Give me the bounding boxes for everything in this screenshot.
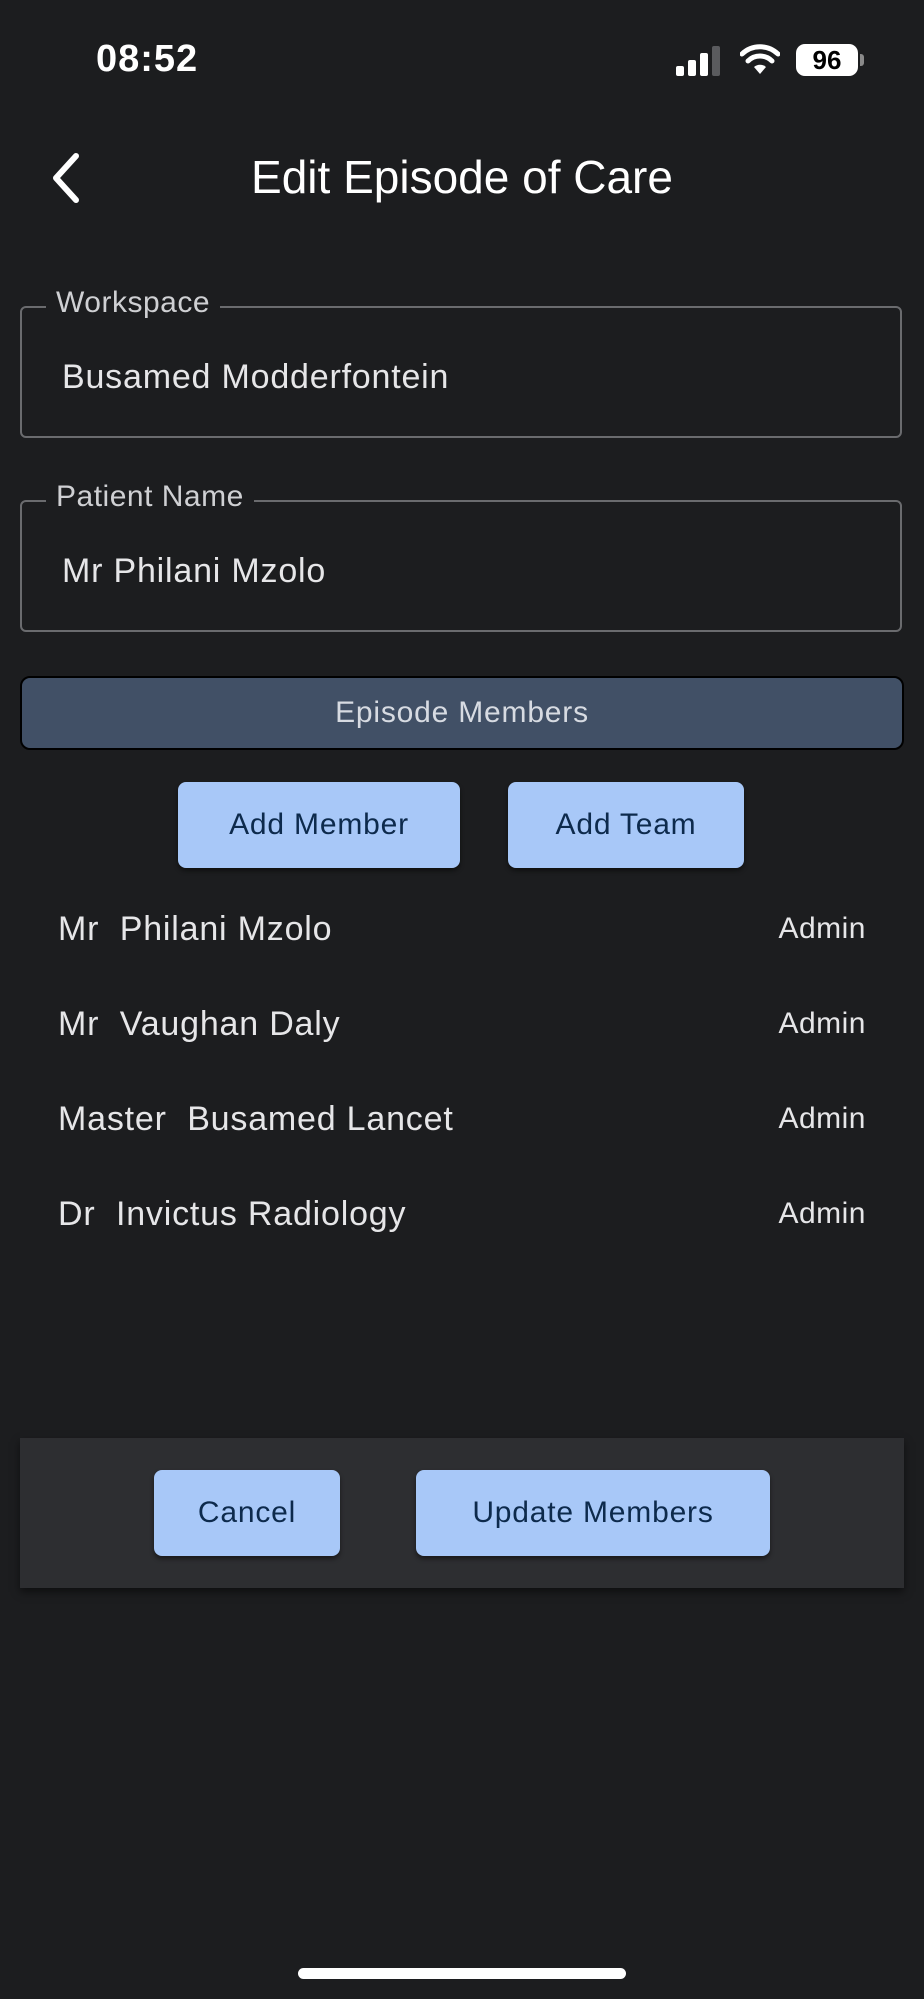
add-team-button[interactable]: Add Team (508, 782, 744, 868)
member-row[interactable]: Master Busamed Lancet Admin (58, 1092, 866, 1152)
member-role: Admin (778, 912, 866, 945)
member-name: Mr Vaughan Daly (58, 1005, 341, 1043)
home-indicator[interactable] (298, 1968, 626, 1979)
member-row[interactable]: Dr Invictus Radiology Admin (58, 1187, 866, 1247)
wifi-icon (740, 44, 780, 74)
workspace-label: Workspace (46, 286, 221, 320)
patient-name-field[interactable]: Patient Name Mr Philani Mzolo (20, 480, 902, 632)
episode-members-header: Episode Members (20, 676, 904, 750)
member-role: Admin (778, 1007, 866, 1040)
member-name: Dr Invictus Radiology (58, 1195, 407, 1233)
workspace-value: Busamed Modderfontein (62, 358, 450, 396)
member-name: Mr Philani Mzolo (58, 910, 333, 948)
workspace-field[interactable]: Workspace Busamed Modderfontein (20, 286, 902, 438)
battery-icon: 96 (796, 44, 858, 76)
patient-name-label: Patient Name (46, 480, 254, 514)
member-row[interactable]: Mr Philani Mzolo Admin (58, 902, 866, 962)
cancel-button[interactable]: Cancel (154, 1470, 340, 1556)
member-role: Admin (778, 1102, 866, 1135)
status-time: 08:52 (96, 38, 199, 80)
page-title: Edit Episode of Care (251, 151, 673, 203)
cellular-signal-icon (676, 46, 720, 76)
member-row[interactable]: Mr Vaughan Daly Admin (58, 997, 866, 1057)
member-role: Admin (778, 1197, 866, 1230)
member-name: Master Busamed Lancet (58, 1100, 454, 1138)
patient-name-value: Mr Philani Mzolo (62, 552, 327, 590)
add-member-button[interactable]: Add Member (178, 782, 460, 868)
update-members-button[interactable]: Update Members (416, 1470, 770, 1556)
battery-nub (860, 54, 864, 66)
